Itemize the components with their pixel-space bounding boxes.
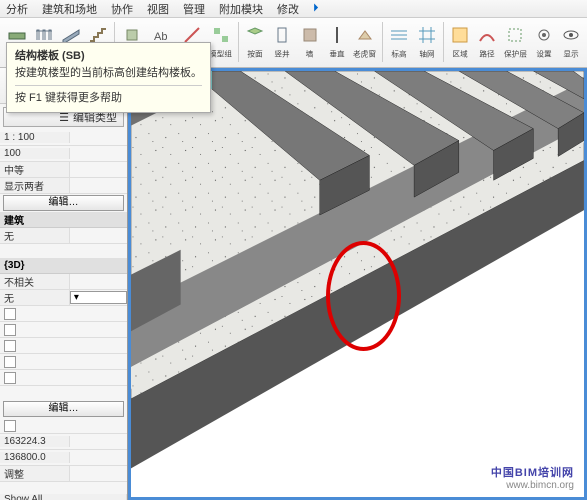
ribbon-shaft-button[interactable]: 竖井 [270,20,295,64]
prop-row[interactable]: 136800.0 [0,450,127,466]
tooltip-help: 按 F1 键获得更多帮助 [15,90,202,107]
edit-button[interactable]: 编辑… [3,401,125,417]
3d-viewport[interactable]: 参时隐藏/隔离 [128,68,587,500]
prop-row[interactable] [0,354,127,370]
menu-item[interactable]: 建筑和场地 [42,1,97,17]
menu-item[interactable]: 视图 [147,1,169,17]
prop-row[interactable]: 无▾ [0,290,127,306]
tooltip-title: 结构楼板 (SB) [15,48,202,65]
menu-item[interactable]: 协作 [111,1,133,17]
prop-row[interactable] [0,418,127,434]
menu-item[interactable]: 附加模块 [219,1,263,17]
ribbon-modelgroup-button[interactable]: 模型组 [207,20,234,64]
ribbon-settings-button[interactable]: 设置 [531,20,556,64]
menu-bar: 分析 建筑和场地 协作 视图 管理 附加模块 修改 ⏵ [0,0,587,18]
checkbox[interactable] [4,420,16,432]
prop-row[interactable]: 不相关 [0,274,127,290]
prop-row[interactable]: 显示两者 [0,178,127,194]
prop-row[interactable]: 无 [0,228,127,244]
prop-row[interactable] [0,370,127,386]
menu-item[interactable]: 修改 [277,1,299,17]
prop-row[interactable]: Show All [0,492,127,500]
prop-row[interactable] [0,338,127,354]
checkbox[interactable] [4,308,16,320]
menu-help-icon[interactable]: ⏵ [313,2,319,15]
prop-group: 建筑 [0,212,127,228]
tooltip: 结构楼板 (SB) 按建筑楼型的当前标高创建结构楼板。 按 F1 键获得更多帮助 [6,42,211,113]
checkbox[interactable] [4,356,16,368]
ribbon-wall-button[interactable]: 墙 [297,20,322,64]
prop-row[interactable]: 中等 [0,162,127,178]
ribbon-show-button[interactable]: 显示 [558,20,583,64]
prop-row[interactable]: 163224.3 [0,434,127,450]
menu-item[interactable]: 分析 [6,1,28,17]
checkbox[interactable] [4,372,16,384]
watermark: 中国BIM培训网 www.bimcn.org [491,464,574,491]
ribbon-path-button[interactable]: 路径 [475,20,500,64]
ribbon-dormer-button[interactable]: 老虎窗 [351,20,378,64]
tooltip-body: 按建筑楼型的当前标高创建结构楼板。 [15,65,202,82]
annotation-ellipse [326,241,401,351]
edit-button[interactable]: 编辑… [3,195,125,211]
prop-row[interactable] [0,306,127,322]
ribbon-area-button[interactable]: 区域 [448,20,473,64]
ribbon-cover-button[interactable]: 保护层 [502,20,529,64]
prop-row[interactable]: 100 [0,146,127,162]
prop-row[interactable] [0,322,127,338]
menu-item[interactable]: 管理 [183,1,205,17]
prop-group: {3D} [0,258,127,274]
checkbox[interactable] [4,340,16,352]
prop-row[interactable]: 调整 [0,466,127,482]
ribbon-grid-button[interactable]: 轴网 [414,20,439,64]
ribbon-vertical-button[interactable]: 垂直 [324,20,349,64]
prop-row[interactable]: 1 : 100 [0,130,127,146]
ribbon-byface-button[interactable]: 按面 [243,20,268,64]
checkbox[interactable] [4,324,16,336]
properties-panel: ☰ 编辑类型 1 : 100 100 中等 显示两者 编辑… 建筑 无 {3D}… [0,68,128,500]
ribbon-level-button[interactable]: 标高 [387,20,412,64]
